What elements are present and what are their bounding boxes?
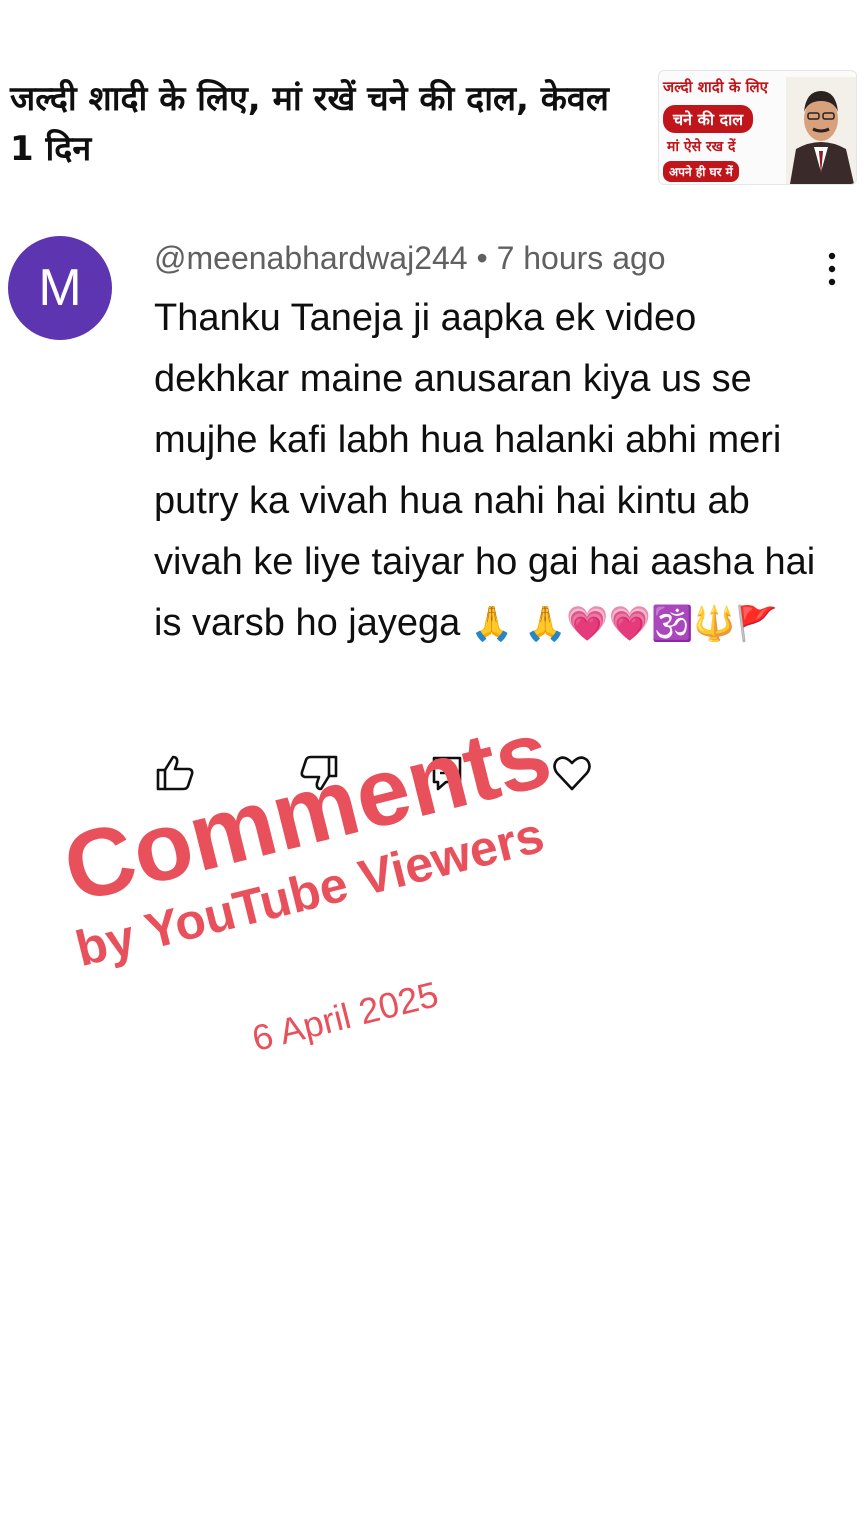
comment-emojis: 🙏 🙏💗💗🕉️🔱🚩 <box>470 604 778 644</box>
comment-time: 7 hours ago <box>496 240 666 276</box>
thumbnail-text-1: जल्दी शादी के लिए <box>663 78 768 96</box>
more-vert-icon[interactable] <box>818 248 846 290</box>
comment-body: Thanku Taneja ji aapka ek video dekhkar … <box>154 297 816 644</box>
comment-text: Thanku Taneja ji aapka ek video dekhkar … <box>154 288 834 655</box>
video-thumbnail[interactable]: जल्दी शादी के लिए चने की दाल मां ऐसे रख … <box>658 70 857 185</box>
presenter-image <box>786 77 856 184</box>
video-title[interactable]: जल्दी शादी के लिए, मां रखें चने की दाल, … <box>10 74 630 174</box>
overlay-date: 6 April 2025 <box>247 973 443 1060</box>
heart-icon[interactable] <box>551 752 593 794</box>
comment-author[interactable]: @meenabhardwaj244 <box>154 240 468 276</box>
comment-meta: @meenabhardwaj244 • 7 hours ago <box>154 240 666 277</box>
thumbnail-text-2: चने की दाल <box>663 105 754 133</box>
avatar[interactable]: M <box>8 236 112 340</box>
thumbnail-text-4: अपने ही घर में <box>663 161 739 182</box>
thumbnail-text-3: मां ऐसे रख दें <box>667 139 736 155</box>
meta-separator: • <box>467 240 497 276</box>
